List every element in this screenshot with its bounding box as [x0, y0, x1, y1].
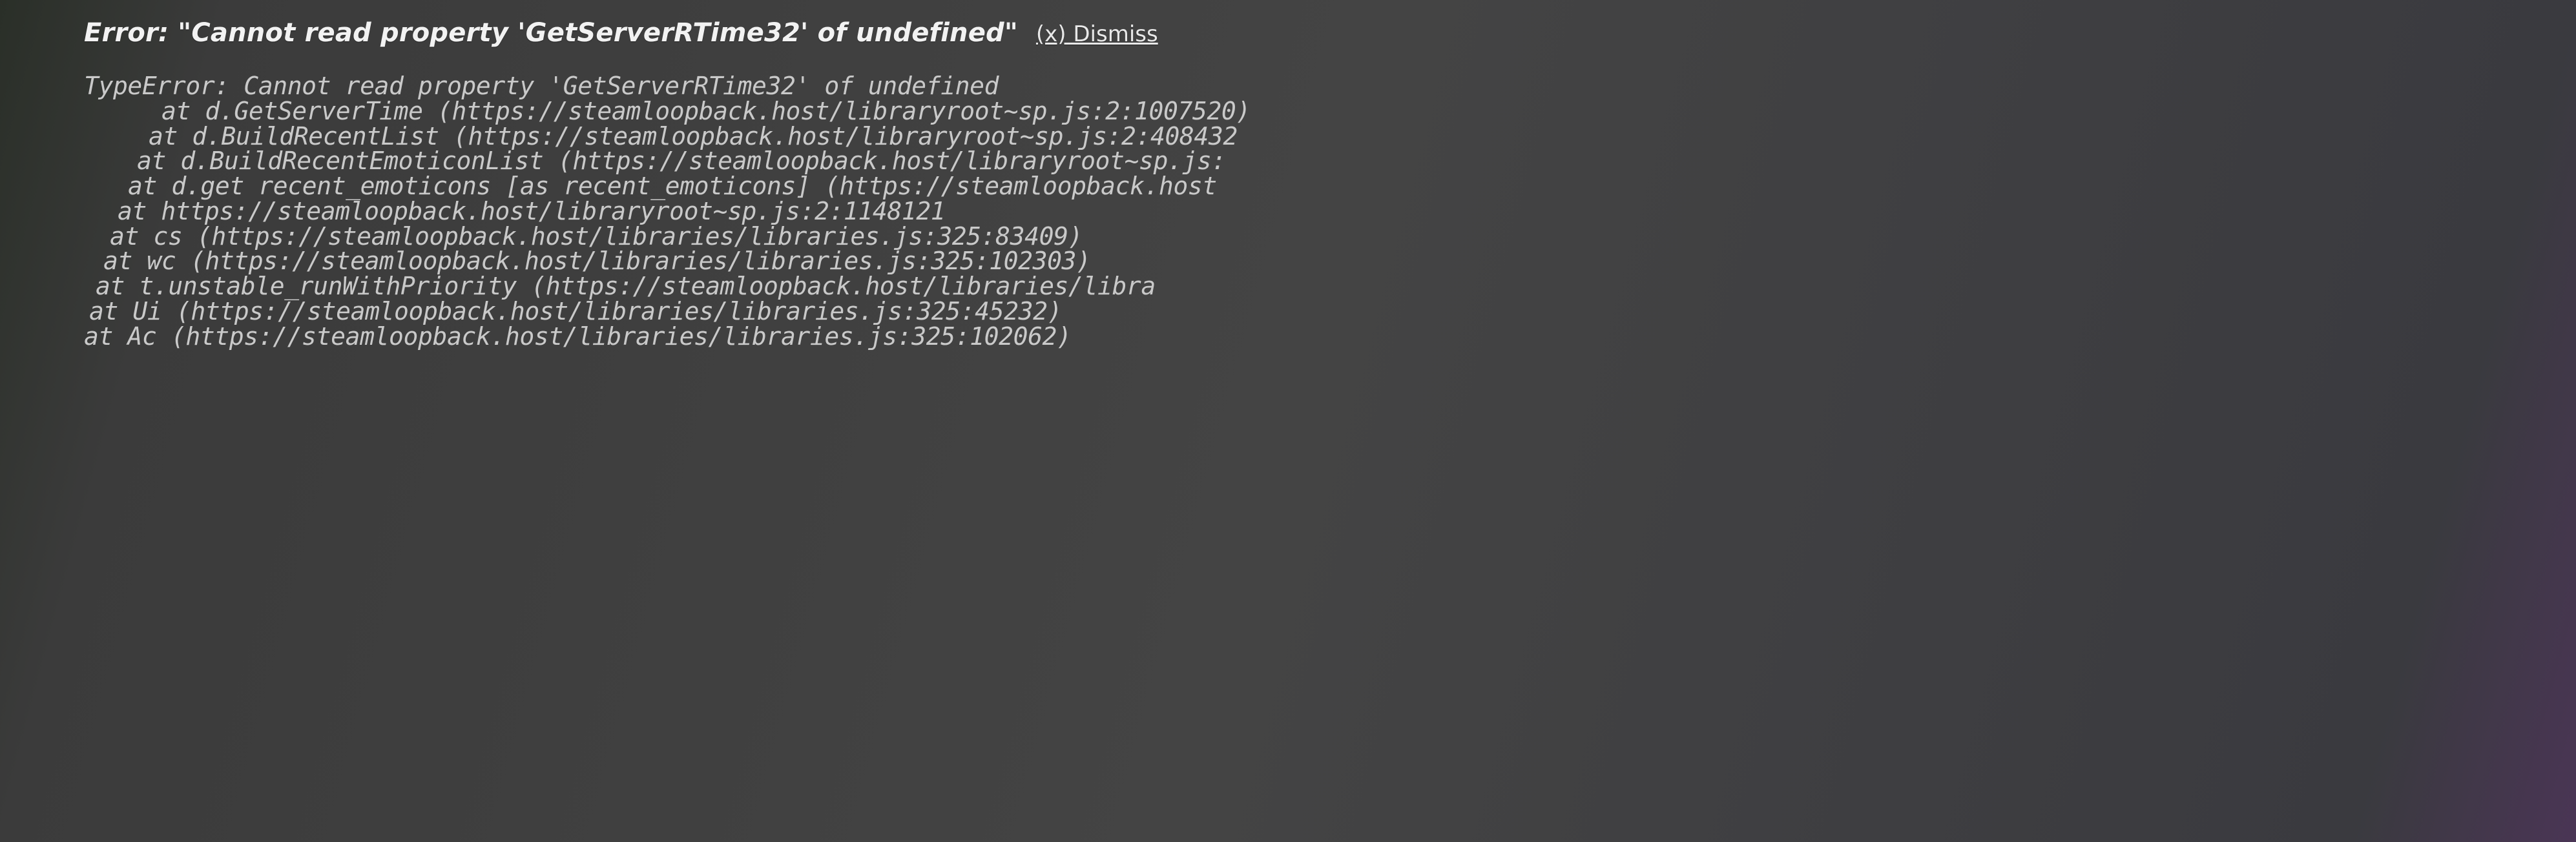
stack-line: at d.BuildRecentList (https://steamloopb…: [84, 124, 2576, 149]
stack-line: at d.GetServerTime (https://steamloopbac…: [84, 99, 2576, 124]
error-header: Error: "Cannot read property 'GetServerR…: [84, 18, 2576, 48]
stack-line: at d.get recent_emoticons [as recent_emo…: [84, 174, 2576, 199]
stack-line: at cs (https://steamloopback.host/librar…: [84, 224, 2576, 249]
stack-trace: TypeError: Cannot read property 'GetServ…: [84, 74, 2576, 349]
error-title: Error: "Cannot read property 'GetServerR…: [84, 18, 1018, 48]
stack-line: at d.BuildRecentEmoticonList (https://st…: [84, 149, 2576, 174]
stack-line: at Ac (https://steamloopback.host/librar…: [84, 324, 2576, 349]
stack-line: at t.unstable_runWithPriority (https://s…: [84, 274, 2576, 299]
stack-line: at https://steamloopback.host/libraryroo…: [84, 199, 2576, 224]
dismiss-button[interactable]: (x) Dismiss: [1036, 21, 1158, 47]
stack-line: at wc (https://steamloopback.host/librar…: [84, 249, 2576, 274]
stack-line: TypeError: Cannot read property 'GetServ…: [84, 74, 2576, 99]
error-panel: Error: "Cannot read property 'GetServerR…: [0, 18, 2576, 349]
stack-line: at Ui (https://steamloopback.host/librar…: [84, 299, 2576, 324]
